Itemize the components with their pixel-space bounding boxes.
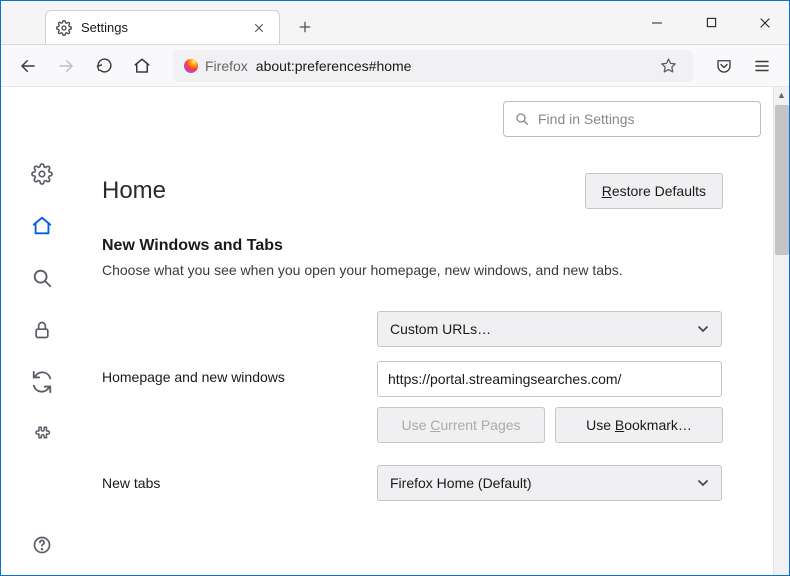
- url-bar[interactable]: Firefox about:preferences#home: [173, 50, 693, 82]
- homepage-url-row: Homepage and new windows Use Current Pag…: [102, 361, 723, 443]
- newtabs-mode-value: Firefox Home (Default): [390, 475, 532, 491]
- tab-title: Settings: [81, 20, 240, 35]
- site-identity[interactable]: Firefox: [183, 58, 248, 74]
- save-to-pocket-button[interactable]: [709, 51, 739, 81]
- category-home[interactable]: [24, 214, 60, 238]
- titlebar: Settings: [1, 1, 789, 45]
- category-sync[interactable]: [24, 370, 60, 394]
- page-header: Home Restore Defaults: [102, 173, 723, 209]
- category-help[interactable]: [24, 533, 60, 557]
- chevron-down-icon: [697, 477, 709, 489]
- restore-defaults-label: estore Defaults: [612, 183, 706, 199]
- section-heading: New Windows and Tabs: [102, 237, 723, 255]
- homepage-mode-row: Custom URLs…: [102, 311, 723, 347]
- url-origin-label: Firefox: [205, 58, 248, 74]
- preferences-content: Find in Settings Home Restore Defaults N…: [1, 87, 773, 575]
- newtabs-row: New tabs Firefox Home (Default): [102, 465, 723, 501]
- vertical-scrollbar[interactable]: ▲: [773, 87, 789, 575]
- app-menu-button[interactable]: [747, 51, 777, 81]
- find-placeholder: Find in Settings: [538, 111, 635, 127]
- close-window-button[interactable]: [751, 9, 779, 37]
- reload-button[interactable]: [89, 51, 119, 81]
- navigation-toolbar: Firefox about:preferences#home: [1, 45, 789, 87]
- content-area: Find in Settings Home Restore Defaults N…: [1, 87, 789, 575]
- scroll-up-arrow[interactable]: ▲: [774, 87, 790, 103]
- close-icon[interactable]: [249, 18, 269, 38]
- minimize-button[interactable]: [643, 9, 671, 37]
- homepage-url-input[interactable]: [377, 361, 722, 397]
- tab-settings[interactable]: Settings: [45, 10, 280, 44]
- maximize-button[interactable]: [697, 9, 725, 37]
- newtabs-mode-select[interactable]: Firefox Home (Default): [377, 465, 722, 501]
- category-sidebar: [1, 87, 82, 575]
- gear-icon: [56, 20, 72, 36]
- homepage-buttons: Use Current Pages Use Bookmark…: [377, 407, 723, 443]
- bookmark-star-icon[interactable]: [653, 51, 683, 81]
- homepage-label: Homepage and new windows: [102, 361, 357, 385]
- homepage-mode-value: Custom URLs…: [390, 321, 491, 337]
- search-icon: [514, 111, 530, 127]
- category-extensions[interactable]: [24, 422, 60, 446]
- newtabs-label: New tabs: [102, 475, 357, 491]
- window-controls: [623, 1, 789, 44]
- url-path-text: about:preferences#home: [256, 58, 412, 74]
- find-in-settings[interactable]: Find in Settings: [503, 101, 761, 137]
- browser-window: Settings: [0, 0, 790, 576]
- restore-defaults-button[interactable]: Restore Defaults: [585, 173, 723, 209]
- use-bookmark-button[interactable]: Use Bookmark…: [555, 407, 723, 443]
- category-privacy[interactable]: [24, 318, 60, 342]
- section-description: Choose what you see when you open your h…: [102, 261, 723, 281]
- homepage-mode-select[interactable]: Custom URLs…: [377, 311, 722, 347]
- tabs-strip: Settings: [1, 1, 623, 44]
- new-tab-button[interactable]: [290, 12, 320, 42]
- preferences-pane: Find in Settings Home Restore Defaults N…: [82, 87, 773, 575]
- firefox-logo-icon: [183, 58, 199, 74]
- category-general[interactable]: [24, 162, 60, 186]
- use-current-pages-button[interactable]: Use Current Pages: [377, 407, 545, 443]
- page-title: Home: [102, 177, 166, 205]
- chevron-down-icon: [697, 323, 709, 335]
- category-search[interactable]: [24, 266, 60, 290]
- home-button[interactable]: [127, 51, 157, 81]
- forward-button[interactable]: [51, 51, 81, 81]
- scroll-thumb[interactable]: [775, 105, 789, 255]
- back-button[interactable]: [13, 51, 43, 81]
